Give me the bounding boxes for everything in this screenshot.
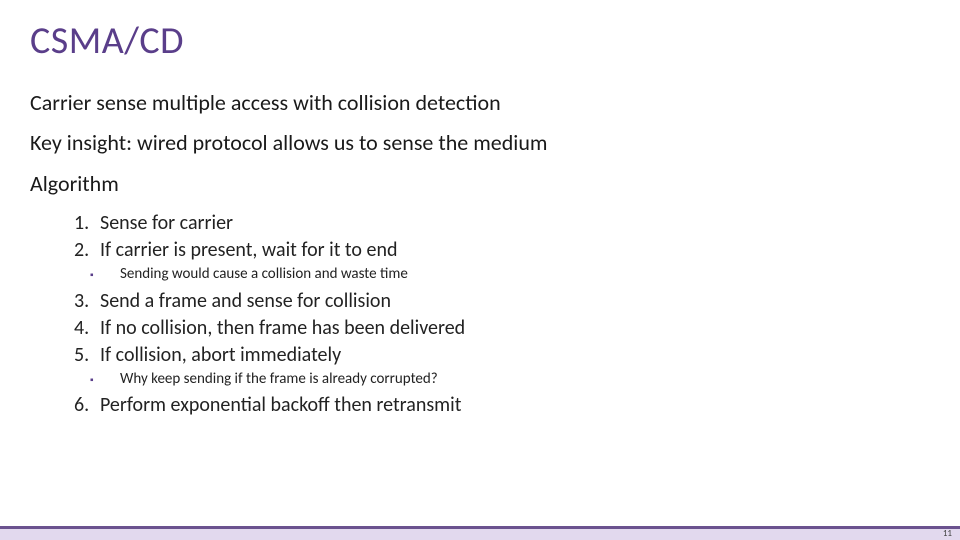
sub-text: Why keep sending if the frame is already… [120,370,438,388]
step-num: 1. [74,211,100,236]
step-1: 1.Sense for carrier [74,211,930,236]
step-text: If no collision, then frame has been del… [100,316,465,340]
sub-item: Sending would cause a collision and wast… [90,265,930,285]
footer-bar: 11 [0,526,960,540]
step-num: 3. [74,289,100,314]
page-number: 11 [943,528,952,539]
step-num: 2. [74,238,100,263]
step-6: 6.Perform exponential backoff then retra… [74,393,930,418]
slide: CSMA/CD Carrier sense multiple access wi… [0,0,960,540]
step-3: 3.Send a frame and sense for collision [74,289,930,314]
algorithm-list-cont2: 6.Perform exponential backoff then retra… [30,393,930,418]
sub-list: Sending would cause a collision and wast… [30,265,930,285]
algorithm-list: 1.Sense for carrier 2.If carrier is pres… [30,211,930,263]
sub-item: Why keep sending if the frame is already… [90,370,930,390]
algorithm-heading: Algorithm [30,171,930,197]
step-num: 5. [74,343,100,368]
sub-list: Why keep sending if the frame is already… [30,370,930,390]
insight-line: Key insight: wired protocol allows us to… [30,130,930,156]
step-2: 2.If carrier is present, wait for it to … [74,238,930,263]
slide-title: CSMA/CD [30,18,930,64]
step-num: 4. [74,316,100,341]
algorithm-list-cont: 3.Send a frame and sense for collision 4… [30,289,930,368]
step-text: If collision, abort immediately [100,343,341,367]
definition-line: Carrier sense multiple access with colli… [30,90,930,116]
step-text: Sense for carrier [100,211,233,235]
step-text: Send a frame and sense for collision [100,289,391,313]
step-5: 5.If collision, abort immediately [74,343,930,368]
step-num: 6. [74,393,100,418]
step-text: Perform exponential backoff then retrans… [100,393,461,417]
step-text: If carrier is present, wait for it to en… [100,238,397,262]
step-4: 4.If no collision, then frame has been d… [74,316,930,341]
sub-text: Sending would cause a collision and wast… [120,265,408,283]
